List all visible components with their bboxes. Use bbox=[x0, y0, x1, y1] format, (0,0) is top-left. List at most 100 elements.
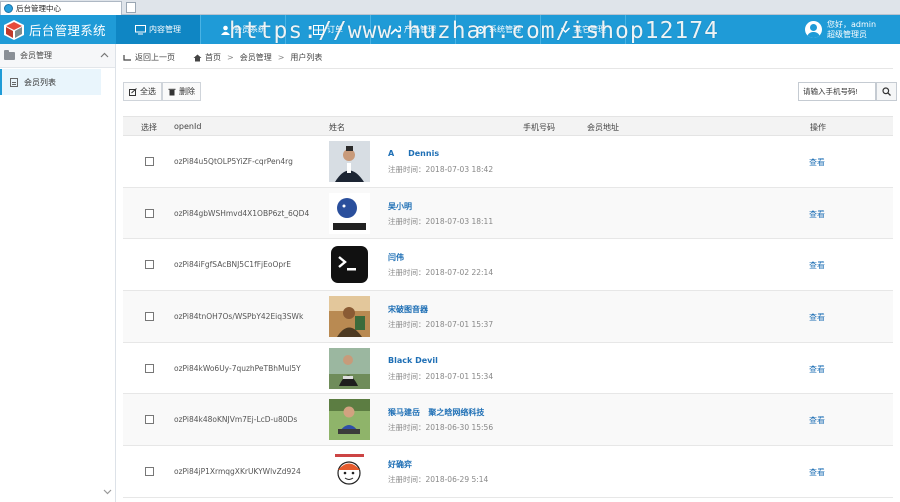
topnav-other[interactable]: 其它管理 bbox=[541, 15, 626, 44]
row-checkbox[interactable] bbox=[145, 260, 154, 270]
row-avatar bbox=[329, 451, 370, 493]
row-checkbox[interactable] bbox=[145, 415, 154, 425]
sidebar: 会员管理 会员列表 bbox=[0, 44, 116, 502]
back-link[interactable]: 返回上一页 bbox=[135, 52, 175, 63]
checkbox-edit-icon bbox=[129, 87, 137, 96]
header-action: 操作 bbox=[810, 123, 826, 132]
settings-icon bbox=[476, 25, 485, 34]
row-view-link[interactable]: 查看 bbox=[809, 467, 825, 478]
top-nav: 内容管理 会员系统 订单 产品管理 系统管理 其它管理 bbox=[116, 15, 626, 44]
back-arrow-icon bbox=[123, 54, 131, 61]
row-checkbox[interactable] bbox=[145, 467, 154, 477]
row-username[interactable]: A Dennis bbox=[388, 149, 439, 158]
topnav-system[interactable]: 系统管理 bbox=[456, 15, 541, 44]
top-header: 后台管理系统 内容管理 会员系统 订单 产品管理 系统管理 其它管理 您好，ad… bbox=[0, 15, 900, 44]
row-avatar bbox=[329, 141, 370, 182]
row-checkbox[interactable] bbox=[145, 363, 154, 373]
user-menu[interactable]: 您好，admin 超级管理员 bbox=[805, 15, 900, 44]
row-checkbox[interactable] bbox=[145, 208, 154, 218]
select-all-button[interactable]: 全选 bbox=[123, 82, 162, 101]
row-checkbox[interactable] bbox=[145, 312, 154, 322]
topnav-label: 订单 bbox=[327, 25, 343, 34]
browser-tabstrip: 后台管理中心 bbox=[0, 0, 900, 15]
table-row: ozPi84iFgfSAcBNJ5C1fFjEoOprE 闫伟 注册时间：201… bbox=[123, 239, 893, 292]
row-username[interactable]: 吴小明 bbox=[388, 201, 412, 212]
row-openid: ozPi84jP1XrmqgXKrUKYWlvZd924 bbox=[174, 467, 301, 477]
topnav-content-management[interactable]: 内容管理 bbox=[116, 15, 201, 44]
row-view-link[interactable]: 查看 bbox=[809, 157, 825, 168]
search-button[interactable] bbox=[876, 82, 897, 101]
user-avatar-icon bbox=[805, 21, 822, 38]
topnav-label: 系统管理 bbox=[489, 25, 521, 34]
wrench-icon bbox=[390, 25, 401, 35]
topnav-label: 内容管理 bbox=[149, 25, 181, 34]
sidebar-item-member-list[interactable]: 会员列表 bbox=[0, 69, 101, 95]
topnav-label: 产品管理 bbox=[404, 25, 436, 34]
row-username[interactable]: Black Devil bbox=[388, 356, 438, 365]
row-openid: ozPi84gbWSHmvd4X1OBP6zt_6QD4 bbox=[174, 208, 310, 218]
row-reg-time: 注册时间：2018-07-01 15:34 bbox=[388, 371, 494, 381]
header-address: 会员地址 bbox=[587, 123, 619, 132]
sidebar-group-member[interactable]: 会员管理 bbox=[0, 44, 115, 68]
new-tab-button[interactable] bbox=[126, 2, 136, 13]
member-table: 选择 openId 姓名 手机号码 会员地址 操作 ozPi84u5QtOLP5… bbox=[123, 116, 893, 498]
row-checkbox[interactable] bbox=[145, 157, 154, 166]
phone-search-input[interactable] bbox=[798, 82, 876, 101]
table-row: ozPi84k48oKNJVm7Ej-LcD-u80Ds 猴马建岳 聚之晗网络科… bbox=[123, 394, 893, 447]
row-reg-time: 注册时间：2018-07-03 18:42 bbox=[388, 165, 494, 174]
row-avatar bbox=[329, 192, 370, 234]
row-username[interactable]: 猴马建岳 聚之晗网络科技 bbox=[388, 407, 484, 418]
main-content: 返回上一页 首页 > 会员管理 > 用户列表 全选 删除 选择 openId 姓… bbox=[116, 44, 900, 502]
logo-text: 后台管理系统 bbox=[29, 23, 106, 38]
sidebar-item-label: 会员列表 bbox=[24, 77, 56, 87]
row-view-link[interactable]: 查看 bbox=[809, 260, 825, 271]
chevron-down-icon bbox=[560, 26, 571, 33]
row-avatar bbox=[329, 296, 370, 338]
topnav-products[interactable]: 产品管理 bbox=[371, 15, 456, 44]
topnav-member-system[interactable]: 会员系统 bbox=[201, 15, 286, 44]
row-openid: ozPi84tnOH7Os/WSPbY42Eiq3SWk bbox=[174, 312, 304, 322]
grid-icon bbox=[313, 24, 324, 35]
row-reg-time: 注册时间：2018-07-03 18:11 bbox=[388, 216, 494, 226]
row-view-link[interactable]: 查看 bbox=[809, 209, 825, 220]
header-select: 选择 bbox=[141, 123, 157, 132]
table-row: ozPi84kWo6Uy-7quzhPeTBhMul5Y Black Devil… bbox=[123, 343, 893, 395]
document-icon bbox=[10, 77, 18, 87]
row-view-link[interactable]: 查看 bbox=[809, 364, 825, 375]
row-avatar bbox=[329, 244, 370, 286]
select-all-label: 全选 bbox=[140, 87, 156, 96]
delete-button[interactable]: 删除 bbox=[162, 82, 201, 101]
table-row: ozPi84jP1XrmqgXKrUKYWlvZd924 好确弈 注册时间：20… bbox=[123, 446, 893, 498]
folder-icon bbox=[4, 49, 15, 60]
row-username[interactable]: 闫伟 bbox=[388, 252, 404, 263]
row-username[interactable]: 好确弈 bbox=[388, 459, 412, 470]
table-header: 选择 openId 姓名 手机号码 会员地址 操作 bbox=[123, 116, 893, 136]
breadcrumb: 返回上一页 首页 > 会员管理 > 用户列表 bbox=[123, 52, 322, 63]
delete-label: 删除 bbox=[179, 87, 195, 96]
row-reg-time: 注册时间：2018-06-29 5:14 bbox=[388, 475, 489, 485]
breadcrumb-section[interactable]: 会员管理 bbox=[240, 52, 272, 63]
topnav-orders[interactable]: 订单 bbox=[286, 15, 371, 44]
user-icon bbox=[221, 25, 230, 35]
header-openid: openId bbox=[174, 122, 202, 131]
breadcrumb-current: 用户列表 bbox=[290, 53, 323, 62]
table-row: ozPi84u5QtOLP5YiZF-cqrPen4rg A Dennis 注册… bbox=[123, 136, 893, 188]
search-icon bbox=[882, 87, 891, 96]
browser-tab-active[interactable]: 后台管理中心 bbox=[0, 1, 122, 15]
scroll-down-icon[interactable] bbox=[103, 487, 112, 496]
row-openid: ozPi84iFgfSAcBNJ5C1fFjEoOprE bbox=[174, 260, 291, 270]
row-view-link[interactable]: 查看 bbox=[809, 312, 825, 323]
user-role: 超级管理员 bbox=[827, 29, 867, 39]
user-greeting: 您好，admin bbox=[827, 20, 877, 29]
row-avatar bbox=[329, 399, 370, 441]
row-username[interactable]: 宋破图音器 bbox=[388, 304, 428, 315]
breadcrumb-home[interactable]: 首页 bbox=[205, 52, 221, 63]
row-view-link[interactable]: 查看 bbox=[809, 415, 825, 426]
header-phone: 手机号码 bbox=[523, 123, 555, 132]
row-openid: ozPi84k48oKNJVm7Ej-LcD-u80Ds bbox=[174, 415, 298, 425]
breadcrumb-separator: > bbox=[227, 53, 234, 62]
table-row: ozPi84tnOH7Os/WSPbY42Eiq3SWk 宋破图音器 注册时间：… bbox=[123, 291, 893, 343]
row-openid: ozPi84u5QtOLP5YiZF-cqrPen4rg bbox=[174, 157, 293, 166]
home-icon bbox=[193, 54, 202, 61]
logo[interactable]: 后台管理系统 bbox=[0, 15, 116, 44]
